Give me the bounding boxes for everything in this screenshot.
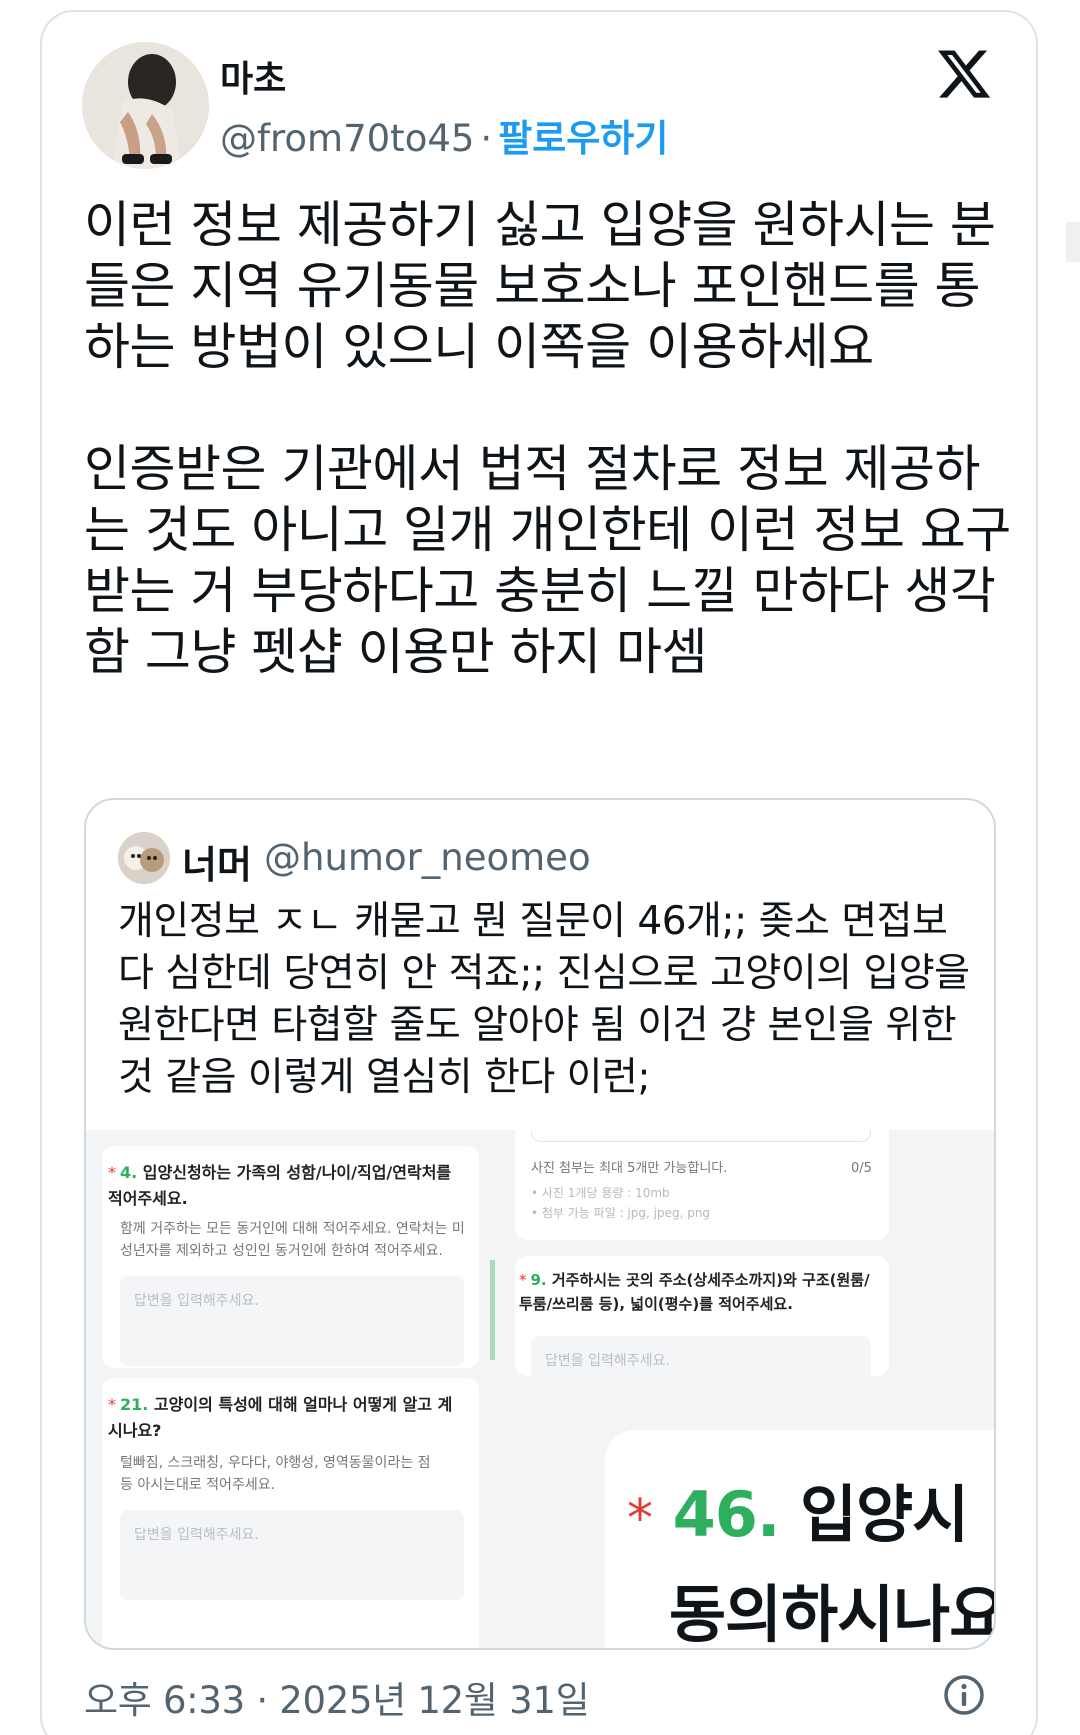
quoted-tweet[interactable]: 너머 @humor_neomeo 개인정보 ㅈㄴ 캐묻고 뭔 질문이 46개;;… <box>84 798 996 1650</box>
form-question-q9: * 9. 거주하시는 곳의 주소(상세주소까지)와 구조(원룸/투룸/쓰리룸 등)… <box>519 1271 870 1313</box>
photo-note: 사진 첨부는 최대 5개만 가능합니다. <box>531 1161 728 1176</box>
photo-count: 0/5 <box>851 1161 872 1176</box>
quoted-author-name: 너머 <box>182 843 252 887</box>
form-question-q21: * 21. 고양이의 특성에 대해 얼마나 어떻게 알고 계시나요? <box>108 1395 453 1440</box>
tweet-timestamp[interactable]: 오후 6:33 · 2025년 12월 31일 <box>84 1670 590 1724</box>
tweet-paragraph-2: 인증받은 기관에서 법적 절차로 정보 제공하는 것도 아니고 일개 개인한테 … <box>84 440 1011 681</box>
scroll-edge <box>1066 222 1080 262</box>
separator-dot: · <box>480 117 493 160</box>
quoted-tweet-text: 개인정보 ㅈㄴ 캐묻고 뭔 질문이 46개;; 좆소 면접보다 심한데 당연히 … <box>118 899 970 1100</box>
form-desc-q4: 함께 거주하는 모든 동거인에 대해 적어주세요. 연락처는 미성년자를 제외하… <box>120 1221 465 1259</box>
section-divider <box>490 1260 495 1360</box>
tweet-text: 이런 정보 제공하기 싫고 입양을 원하시는 분들은 지역 유기동물 보호소나 … <box>84 195 1014 683</box>
form-question-q46-line2: 동의하시나요 <box>669 1578 996 1650</box>
quoted-image[interactable]: * 4. 입양신청하는 가족의 성함/나이/직업/연락처를 적어주세요. 함께 거… <box>86 1130 996 1650</box>
form-desc-q21: 털빠짐, 스크래칭, 우다다, 야행성, 영역동물이라는 점 등 아시는대로 적… <box>120 1455 431 1493</box>
form-input-q4: 답변을 입력해주세요. <box>120 1276 464 1366</box>
footer-separator: · <box>256 1679 268 1722</box>
form-card-q46: * 46. 입양시 동의하시나요 <box>605 1430 996 1650</box>
x-logo-icon[interactable] <box>935 45 993 103</box>
tweet-time: 오후 6:33 <box>84 1679 245 1722</box>
tweet-date: 2025년 12월 31일 <box>279 1679 590 1722</box>
follow-button[interactable]: 팔로우하기 <box>498 117 668 160</box>
form-card-q9: * 9. 거주하시는 곳의 주소(상세주소까지)와 구조(원룸/투룸/쓰리룸 등)… <box>515 1256 889 1386</box>
form-question-q4: * 4. 입양신청하는 가족의 성함/나이/직업/연락처를 적어주세요. <box>108 1163 452 1208</box>
form-question-q46: * 46. 입양시 <box>627 1478 969 1551</box>
photo-rule-2: • 첨부 가능 파일 : jpg, jpeg, png <box>531 1206 711 1220</box>
info-icon[interactable] <box>942 1673 986 1717</box>
quoted-author-avatar <box>118 832 170 884</box>
author-avatar[interactable] <box>82 42 209 169</box>
author-handle[interactable]: @from70to45 <box>220 117 474 160</box>
photo-rule-1: • 사진 1개당 용량 : 10mb <box>531 1186 670 1200</box>
form-card-q4: * 4. 입양신청하는 가족의 성함/나이/직업/연락처를 적어주세요. 함께 거… <box>102 1146 479 1368</box>
form-card-photo: 사진 첨부는 최대 5개만 가능합니다. 0/5 • 사진 1개당 용량 : 1… <box>515 1130 889 1240</box>
form-card-q21: * 21. 고양이의 특성에 대해 얼마나 어떻게 알고 계시나요? 털빠짐, 스… <box>102 1378 479 1648</box>
author-name[interactable]: 마초 <box>220 50 286 102</box>
tweet-paragraph-1: 이런 정보 제공하기 싫고 입양을 원하시는 분들은 지역 유기동물 보호소나 … <box>84 196 996 376</box>
form-input-q9: 답변을 입력해주세요. <box>531 1336 871 1386</box>
quoted-author-handle: @humor_neomeo <box>264 836 591 879</box>
form-input-q21: 답변을 입력해주세요. <box>120 1510 464 1600</box>
author-handle-row: @from70to45 · 팔로우하기 <box>220 108 668 162</box>
